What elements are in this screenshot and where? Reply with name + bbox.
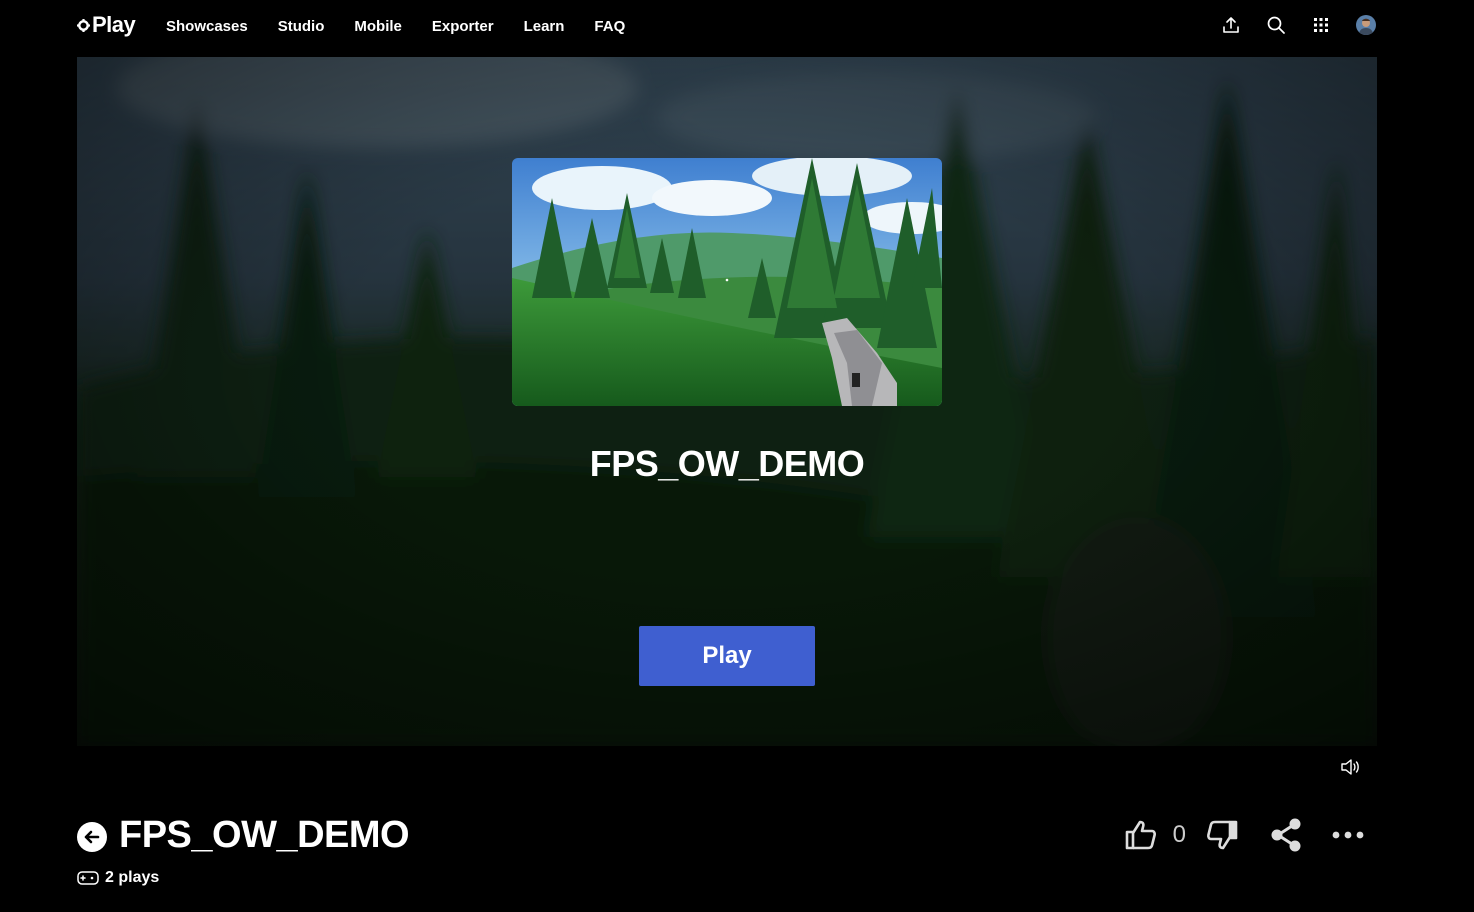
play-count: 2 plays [77, 869, 159, 887]
more-dots-icon [1332, 831, 1364, 839]
apps-grid-icon[interactable] [1311, 15, 1331, 35]
stage-game-title: FPS_OW_DEMO [589, 443, 865, 484]
play-button[interactable]: Play [639, 626, 815, 686]
nav-links: Showcases Studio Mobile Exporter Learn F… [166, 0, 655, 52]
thumbs-up-icon [1125, 820, 1156, 850]
nav-link-learn[interactable]: Learn [524, 18, 565, 35]
brand-name: Play [92, 12, 136, 37]
game-actions: 0 [1125, 818, 1364, 852]
dislike-button[interactable] [1204, 819, 1238, 851]
back-button[interactable] [77, 822, 107, 852]
search-icon[interactable] [1266, 15, 1286, 35]
arrow-left-icon [84, 830, 100, 844]
nav-link-faq[interactable]: FAQ [594, 18, 625, 35]
nav-icon-group [1221, 15, 1376, 35]
top-navigation: Play Showcases Studio Mobile Exporter Le… [0, 0, 1474, 56]
more-options-button[interactable] [1332, 831, 1364, 839]
gamepad-icon [77, 871, 99, 885]
like-count: 0 [1172, 821, 1186, 848]
like-button[interactable] [1125, 819, 1159, 851]
nav-link-mobile[interactable]: Mobile [354, 18, 402, 35]
nav-link-exporter[interactable]: Exporter [432, 18, 494, 35]
brand-logo[interactable]: Play [77, 12, 136, 38]
avatar[interactable] [1356, 15, 1376, 35]
play-count-text: 2 plays [105, 869, 160, 886]
nav-link-studio[interactable]: Studio [278, 18, 325, 35]
thumbs-down-icon [1207, 820, 1238, 850]
gear-logo-icon [77, 18, 90, 32]
game-title: FPS_OW_DEMO [119, 814, 410, 856]
nav-link-showcases[interactable]: Showcases [166, 18, 248, 35]
game-thumbnail [512, 158, 942, 406]
volume-icon[interactable] [1340, 757, 1362, 777]
share-button[interactable] [1270, 818, 1302, 852]
game-stage: FPS_OW_DEMO Play [77, 57, 1377, 746]
upload-icon[interactable] [1221, 15, 1241, 35]
share-icon [1271, 818, 1301, 852]
